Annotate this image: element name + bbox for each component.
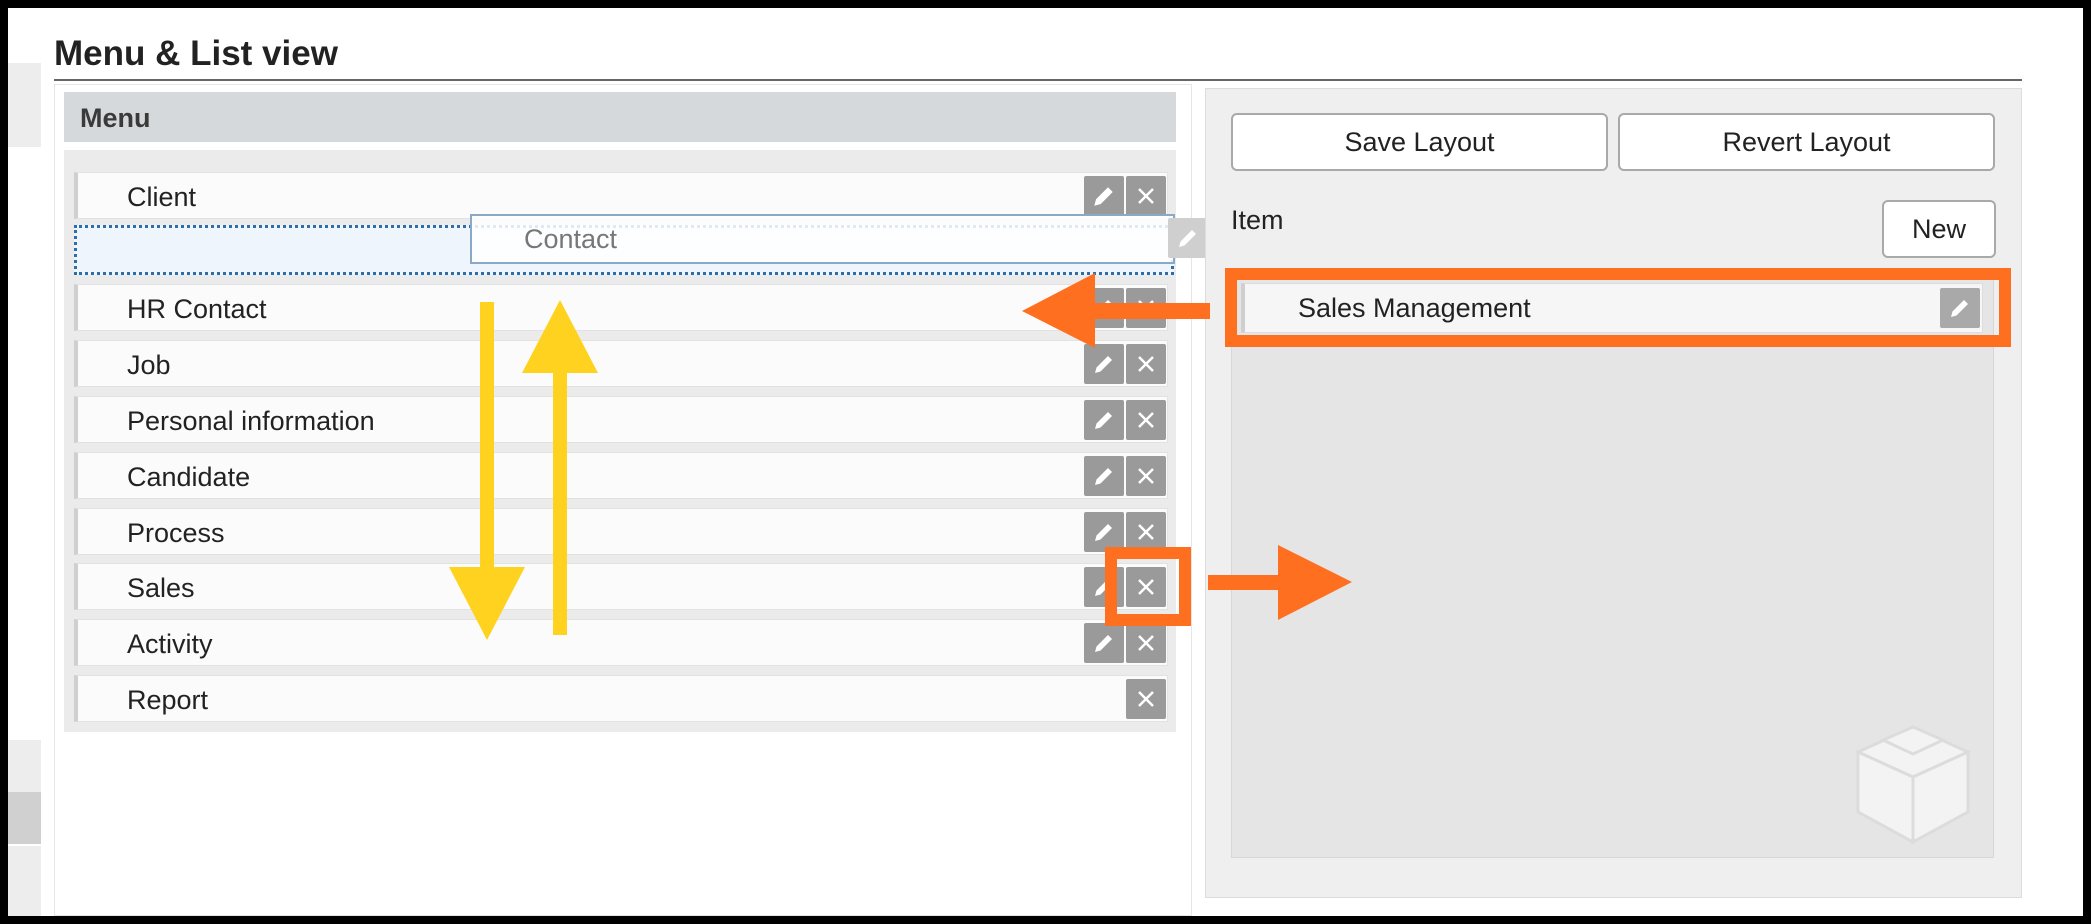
arrow-up-icon (522, 300, 598, 635)
arrow-left-icon (1022, 273, 1210, 348)
arrow-down-icon (449, 302, 525, 640)
annotation-layer (449, 273, 1352, 640)
arrow-right-icon (1208, 545, 1352, 620)
